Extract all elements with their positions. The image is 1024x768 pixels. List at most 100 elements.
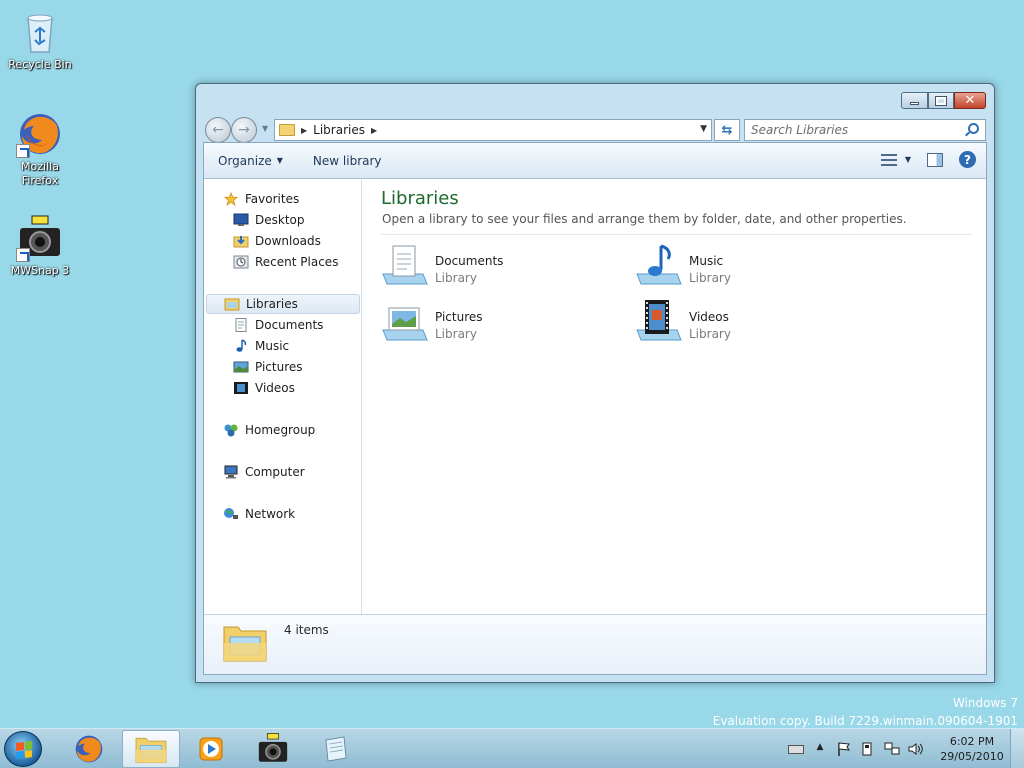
breadcrumb-arrow-icon[interactable]: ▶ (301, 126, 307, 135)
nav-label: Videos (255, 381, 295, 395)
desktop-icon-recycle-bin[interactable]: Recycle Bin (2, 8, 78, 72)
nav-documents[interactable]: Documents (233, 315, 323, 335)
navigation-pane: Favorites Desktop Downloads Recent Place… (204, 180, 362, 614)
taskbar: ▲ 6:02 PM 29/05/2010 (0, 728, 1024, 768)
taskbar-firefox[interactable] (60, 730, 118, 768)
library-name: Music (689, 254, 724, 268)
maximize-button[interactable] (928, 92, 954, 109)
window-caption-buttons: ✕ (901, 92, 986, 109)
explorer-folder-icon (135, 737, 167, 763)
network-icon (224, 508, 238, 519)
nav-network[interactable]: Network (223, 504, 295, 524)
volume-icon[interactable] (908, 742, 924, 756)
nav-music[interactable]: Music (233, 336, 289, 356)
nav-label: Recent Places (255, 255, 339, 269)
new-library-button[interactable]: New library (313, 154, 382, 168)
keyboard-icon[interactable] (788, 744, 804, 754)
forward-button[interactable]: → (231, 117, 257, 143)
refresh-icon: ⇆ (721, 122, 733, 138)
taskbar-notepad[interactable] (306, 730, 364, 768)
nav-favorites[interactable]: Favorites (223, 189, 299, 209)
documents-icon (235, 318, 247, 332)
nav-label: Homegroup (245, 423, 316, 437)
explorer-window: ✕ ← → ▼ ▶ Libraries ▶ ▼ ⇆ Organize ▼ New… (195, 83, 995, 683)
desktop-icon-firefox[interactable]: Mozilla Firefox (2, 110, 78, 188)
nav-label: Favorites (245, 192, 300, 206)
notepad-icon (325, 736, 347, 762)
action-center-flag-icon[interactable] (836, 742, 852, 756)
library-pictures[interactable]: Pictures Library (381, 298, 631, 348)
library-type: Library (435, 271, 477, 285)
navigation-buttons: ← → (205, 117, 263, 143)
maximize-icon (935, 95, 947, 106)
chevron-down-icon: ▼ (904, 155, 911, 164)
breadcrumb-arrow-icon[interactable]: ▶ (371, 126, 377, 135)
taskbar-media-player[interactable] (182, 730, 240, 768)
clock-time: 6:02 PM (949, 735, 995, 748)
nav-recent-places[interactable]: Recent Places (233, 252, 338, 272)
desktop-icon-label: Mozilla Firefox (21, 160, 59, 187)
chevron-down-icon: ▼ (276, 156, 283, 165)
nav-homegroup[interactable]: Homegroup (223, 420, 315, 440)
desktop-icon-mwsnap[interactable]: MWSnap 3 (2, 214, 78, 278)
close-button[interactable]: ✕ (954, 92, 986, 109)
command-bar-right: ▼ ? (880, 151, 976, 168)
nav-label: Desktop (255, 213, 305, 227)
nav-downloads[interactable]: Downloads (233, 231, 321, 251)
show-desktop-button[interactable] (1010, 729, 1024, 768)
libraries-folder-icon (279, 124, 295, 136)
desktop-icon-label: Recycle Bin (8, 58, 72, 71)
minimize-button[interactable] (901, 92, 928, 109)
page-title: Libraries (381, 188, 459, 209)
search-box[interactable] (744, 119, 986, 141)
pictures-library-icon (382, 307, 428, 341)
item-count: 4 items (284, 623, 329, 637)
preview-pane-icon[interactable] (927, 152, 943, 167)
help-icon[interactable]: ? (959, 151, 976, 168)
libraries-content: Libraries Open a library to see your fil… (363, 180, 986, 614)
library-name: Pictures (435, 310, 483, 324)
address-bar[interactable]: ▶ Libraries ▶ ▼ (274, 119, 712, 141)
search-icon[interactable] (968, 123, 979, 134)
library-type: Library (689, 327, 731, 341)
nav-label: Libraries (246, 297, 298, 311)
search-input[interactable] (751, 123, 961, 137)
divider (381, 234, 972, 235)
back-button[interactable]: ← (205, 117, 231, 143)
window-client-area: Organize ▼ New library ▼ ? Favorites Des… (203, 142, 987, 675)
show-hidden-icons-icon[interactable]: ▲ (812, 742, 828, 756)
address-dropdown-icon[interactable]: ▼ (700, 124, 707, 134)
library-documents[interactable]: Documents Library (381, 242, 631, 292)
nav-pictures[interactable]: Pictures (233, 357, 303, 377)
nav-label: Computer (245, 465, 305, 479)
camera-icon (258, 733, 288, 762)
organize-label: Organize (218, 153, 272, 168)
network-status-icon[interactable] (884, 742, 900, 756)
breadcrumb-libraries[interactable]: Libraries (313, 123, 365, 137)
clock[interactable]: 6:02 PM 29/05/2010 (934, 734, 1010, 764)
refresh-button[interactable]: ⇆ (714, 119, 740, 141)
taskbar-mwsnap[interactable] (244, 730, 302, 768)
nav-videos[interactable]: Videos (233, 378, 295, 398)
forward-arrow-icon: → (238, 122, 250, 138)
library-type: Library (435, 327, 477, 341)
watermark-line-1: Windows 7 (952, 696, 1018, 710)
nav-libraries[interactable]: Libraries (206, 294, 360, 314)
library-name: Documents (435, 254, 504, 268)
safely-remove-hardware-icon[interactable] (860, 742, 876, 756)
organize-button[interactable]: Organize ▼ (218, 154, 283, 168)
taskbar-explorer[interactable] (122, 730, 180, 768)
computer-icon (224, 465, 238, 479)
nav-label: Documents (255, 318, 324, 332)
nav-desktop[interactable]: Desktop (233, 210, 305, 230)
shortcut-arrow-icon (16, 248, 30, 262)
music-library-icon (636, 244, 682, 285)
library-videos[interactable]: Videos Library (635, 298, 885, 348)
recent-pages-dropdown[interactable]: ▼ (262, 124, 268, 133)
nav-computer[interactable]: Computer (223, 462, 305, 482)
library-music[interactable]: Music Library (635, 242, 885, 292)
start-button[interactable] (4, 731, 42, 767)
camera-icon (16, 214, 64, 262)
change-view-button[interactable]: ▼ (880, 153, 911, 167)
pictures-icon (233, 361, 249, 373)
